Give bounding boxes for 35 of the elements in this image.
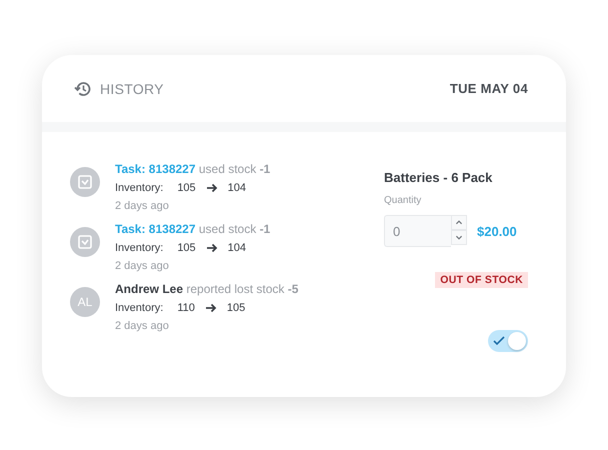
arrow-icon	[206, 243, 218, 253]
inventory-to: 104	[228, 242, 246, 254]
history-icon	[74, 80, 92, 98]
quantity-label: Quantity	[384, 195, 422, 206]
decrement-icon[interactable]	[451, 230, 467, 245]
inventory-from: 110	[177, 302, 195, 314]
inventory-to: 104	[228, 182, 246, 194]
arrow-icon	[204, 303, 217, 313]
timestamp: 2 days ago	[115, 260, 170, 272]
task-link[interactable]: Task: 8138227	[115, 162, 196, 176]
toggle-switch[interactable]	[488, 330, 528, 352]
inventory-label: Inventory:	[115, 302, 164, 314]
inventory-from: 105	[177, 182, 196, 194]
history-title: HISTORY	[100, 80, 164, 96]
task-link[interactable]: Task: 8138227	[115, 222, 196, 236]
stock-status: OUT OF STOCK	[435, 272, 528, 288]
user-avatar: AL	[70, 287, 100, 317]
timestamp: 2 days ago	[115, 320, 170, 332]
timestamp: 2 days ago	[115, 200, 170, 212]
inventory-label: Inventory:	[115, 182, 164, 194]
arrow-icon	[206, 183, 218, 193]
activity-text: Task: 8138227 used stock -1	[115, 162, 270, 176]
price-label: $20.00	[477, 224, 517, 238]
task-icon	[70, 167, 100, 197]
date-label: TUE MAY 04	[450, 81, 528, 96]
increment-icon[interactable]	[451, 215, 467, 230]
inventory-from: 105	[177, 242, 196, 254]
check-icon	[493, 336, 505, 346]
activity-text: Task: 8138227 used stock -1	[115, 222, 270, 236]
inventory-to: 105	[226, 302, 246, 314]
inventory-label: Inventory:	[115, 242, 164, 254]
activity-text: Andrew Lee reported lost stock -5	[115, 282, 298, 296]
product-name: Batteries - 6 Pack	[384, 170, 494, 185]
task-icon	[70, 227, 100, 257]
quantity-field[interactable]: 0	[384, 215, 451, 247]
